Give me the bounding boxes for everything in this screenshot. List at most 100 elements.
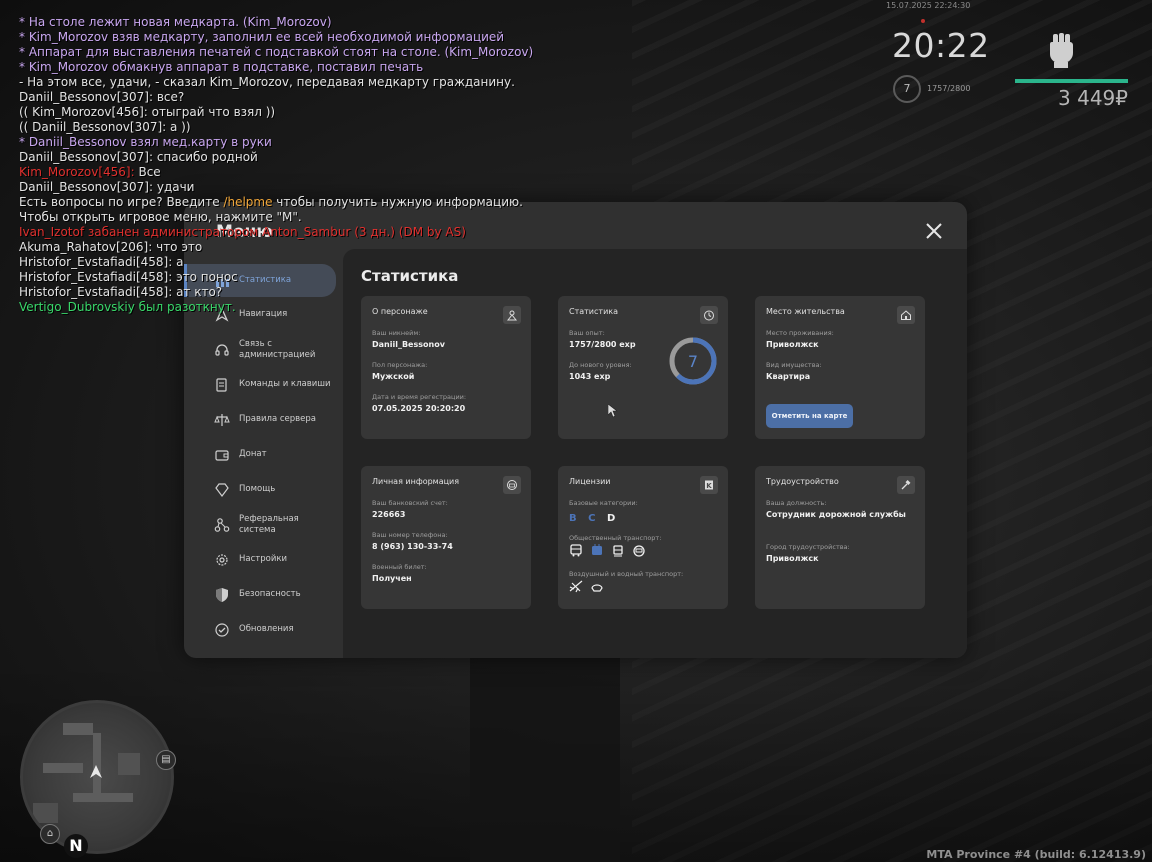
house-icon (897, 306, 915, 324)
chat-text: * Аппарат для выставления печатей с подс… (19, 45, 534, 59)
sidebar-item-admin-contact[interactable]: Связь с администрацией (184, 332, 342, 367)
chat-line: * Kim_Morozov обмакнув аппарат в подстав… (19, 60, 719, 75)
registration-label: Дата и время регестрации: (372, 393, 467, 401)
chat-text: (( Daniil_Bessonov[307]: а )) (19, 120, 191, 134)
fist-icon (1050, 33, 1073, 68)
sidebar-item-updates[interactable]: Обновления (184, 612, 342, 647)
chat-line: - На этом все, удачи, - сказал Kim_Moroz… (19, 75, 719, 90)
build-info: MTA Province #4 (build: 6.12413.9) (926, 848, 1146, 861)
chat-text: * Kim_Morozov обмакнув аппарат в подстав… (19, 60, 424, 74)
chat-text: * На столе лежит новая медкарта. (Kim_Mo… (19, 15, 332, 29)
job-position-value: Сотрудник дорожной службы (766, 510, 906, 519)
public-transport-label: Общественный транспорт: (569, 534, 662, 542)
sidebar-item-label: Обновления (239, 624, 294, 634)
public-transport-icons (569, 544, 646, 557)
next-level-label: До нового уровня: (569, 361, 632, 369)
chat-line: Kim_Morozov[456]: Все (19, 165, 719, 180)
chat-line: Daniil_Bessonov[307]: спасибо родной (19, 150, 719, 165)
card-title: Место жительства (766, 307, 845, 316)
help-icon (215, 482, 229, 497)
health-bar-fill (1015, 79, 1128, 83)
card-title: Личная информация (372, 477, 460, 486)
card-employment: Трудоустройство Ваша должность: Сотрудни… (755, 466, 925, 609)
registration-value: 07.05.2025 20:20:20 (372, 404, 466, 413)
sidebar-item-commands[interactable]: Команды и клавиши (184, 367, 342, 402)
chat-line: * На столе лежит новая медкарта. (Kim_Mo… (19, 15, 719, 30)
bank-account-value: 226663 (372, 510, 406, 519)
chat-text: Hristofor_Evstafiadi[458]: это понос (19, 270, 238, 284)
chat-text: (( Kim_Morozov[456]: отыграй что взял )) (19, 105, 276, 119)
settings-icon (216, 553, 228, 566)
chat-text: Есть вопросы по игре? Введите (19, 195, 224, 209)
sidebar-item-label: Правила сервера (239, 414, 317, 424)
tram-icon (613, 545, 623, 557)
sidebar-item-label: Донат (239, 449, 267, 459)
residence-label: Место проживания: (766, 329, 834, 337)
rules-icon (214, 413, 230, 426)
sidebar-item-help[interactable]: Помощь (184, 472, 342, 507)
money-display: 3 449₽ (1058, 86, 1128, 110)
health-bar (1015, 79, 1128, 83)
military-label: Военный билет: (372, 563, 427, 571)
chat-text: Daniil_Bessonov[307]: все? (19, 90, 185, 104)
air-water-transport-icons (569, 580, 604, 593)
bank-account-label: Ваш банковский счет: (372, 499, 448, 507)
svg-text:K: K (706, 482, 712, 490)
close-icon[interactable] (923, 220, 945, 242)
card-statistics: Статистика Ваш опыт: 1757/2800 exp До но… (558, 296, 728, 439)
sidebar-item-security[interactable]: Безопасность (184, 577, 342, 612)
chat-text: Hristofor_Evstafiadi[458]: ат кто? (19, 285, 223, 299)
hud-date: 15.07.2025 22:24:30 (886, 1, 971, 10)
chat-line: Daniil_Bessonov[307]: все? (19, 90, 719, 105)
bank-icon: ⌂ (40, 824, 60, 844)
base-categories-label: Базовые категории: (569, 499, 638, 507)
boat-icon (591, 584, 603, 592)
chat-text: Daniil_Bessonov[307]: спасибо родной (19, 150, 258, 164)
shop-icon: ▤ (156, 750, 176, 770)
sidebar-item-donate[interactable]: Донат (184, 437, 342, 472)
bus-icon (570, 544, 582, 557)
plane-icon (569, 580, 583, 593)
menu-sidebar: Статистика Навигация Связь с администрац… (184, 264, 342, 647)
job-position-label: Ваша должность: (766, 499, 827, 507)
next-level-value: 1043 exp (569, 372, 611, 381)
sidebar-item-label: Помощь (239, 484, 276, 494)
hud-clock: 20:22 (892, 26, 990, 65)
sidebar-item-label: Настройки (239, 554, 288, 564)
mark-on-map-button[interactable]: Отметить на карте (766, 404, 853, 428)
sidebar-item-rules[interactable]: Правила сервера (184, 402, 342, 437)
referral-icon (214, 517, 230, 532)
minimap-building (33, 803, 58, 823)
card-title: Трудоустройство (766, 477, 839, 486)
chat-text: Чтобы открыть игровое меню, нажмите "M". (19, 210, 302, 224)
card-character: О персонаже Ваш никнейм: Daniil_Bessonov… (361, 296, 531, 439)
chat-text: Akuma_Rahatov[206]: что это (19, 240, 203, 254)
chat-line: * Daniil_Bessonov взял мед.карту в руки (19, 135, 719, 150)
exp-label: Ваш опыт: (569, 329, 605, 337)
chat-line: (( Daniil_Bessonov[307]: а )) (19, 120, 719, 135)
sidebar-item-label: Безопасность (239, 589, 301, 599)
chat-line: * Kim_Morozov взяв медкарту, заполнил ее… (19, 30, 719, 45)
nick-label: Ваш никнейм: (372, 329, 421, 337)
shield-icon (216, 587, 228, 602)
minimap-road (43, 763, 83, 773)
card-licenses: Лицензии K Базовые категории: B C D Обще… (558, 466, 728, 609)
updates-icon (215, 622, 229, 637)
job-city-value: Приволжск (766, 554, 819, 563)
chat-line: Есть вопросы по игре? Введите /helpme чт… (19, 195, 719, 210)
chat-text: Daniil_Bessonov[307]: удачи (19, 180, 195, 194)
sidebar-item-label: Реферальная система (239, 513, 299, 535)
chat-line: Ivan_Izotof забанен администратором Anto… (19, 225, 719, 240)
chat-line: Hristofor_Evstafiadi[458]: ат кто? (19, 285, 719, 300)
license-category-d: D (606, 513, 616, 524)
exp-value: 1757/2800 exp (569, 340, 636, 349)
chat-line: Чтобы открыть игровое меню, нажмите "M". (19, 210, 719, 225)
level-number: 7 (688, 352, 698, 371)
hammer-icon (897, 476, 915, 494)
sidebar-item-settings[interactable]: Настройки (184, 542, 342, 577)
sidebar-item-referral[interactable]: Реферальная система (184, 507, 342, 542)
keyboard-icon (216, 377, 227, 392)
id-icon (503, 476, 521, 494)
wallet-icon (215, 449, 229, 461)
chat-text: * Daniil_Bessonov взял мед.карту в руки (19, 135, 272, 149)
